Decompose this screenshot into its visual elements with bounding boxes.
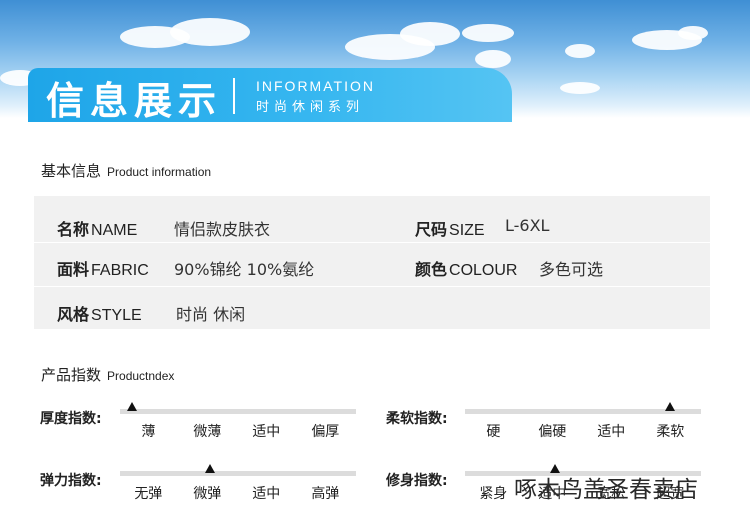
- index-option: 无弹: [134, 486, 163, 502]
- cloud-decoration: [400, 22, 460, 46]
- row-divider: [34, 242, 710, 243]
- index-marker: [204, 464, 215, 473]
- info-name-key: 名称 NAME: [57, 216, 137, 240]
- index-option: 适中: [252, 486, 281, 502]
- info-value: L-6XL: [505, 216, 550, 235]
- index-option: 薄: [141, 424, 156, 440]
- info-key-cn: 风格: [57, 305, 90, 324]
- product-index-heading: 产品指数 Productndex: [41, 364, 174, 385]
- info-key-en: NAME: [91, 222, 138, 239]
- index-option: 微薄: [193, 424, 222, 440]
- index-option: 适中: [597, 424, 626, 440]
- cloud-decoration: [560, 82, 600, 94]
- info-value: 时尚 休闲: [176, 305, 246, 324]
- title-english: INFORMATION: [256, 78, 375, 94]
- info-key-en: COLOUR: [449, 262, 518, 279]
- info-key-en: STYLE: [91, 307, 142, 324]
- info-value: 多色可选: [539, 260, 604, 279]
- page-title: 信息展示: [46, 79, 223, 123]
- basic-info-heading-en: Product information: [107, 165, 212, 179]
- index-label: 厚度指数:: [40, 411, 102, 427]
- index-option: 紧身: [479, 486, 508, 502]
- cloud-decoration: [678, 26, 708, 40]
- info-colour-value: 多色可选: [539, 256, 603, 280]
- index-option: 偏厚: [311, 424, 340, 440]
- title-divider: [233, 78, 235, 114]
- index-option: 偏硬: [538, 424, 567, 440]
- info-value: 90%锦纶 10%氨纶: [174, 260, 315, 279]
- info-style-value: 时尚 休闲: [176, 301, 245, 325]
- row-divider: [34, 286, 710, 287]
- product-index-heading-en: Productndex: [107, 369, 175, 383]
- index-track: [120, 471, 356, 476]
- index-label: 柔软指数:: [386, 411, 448, 427]
- index-track: [120, 409, 356, 414]
- info-key-cn: 颜色: [415, 260, 448, 279]
- info-key-en: FABRIC: [91, 262, 149, 279]
- index-option: 高弹: [311, 486, 340, 502]
- info-colour-key: 颜色 COLOUR: [415, 256, 517, 280]
- info-key-cn: 名称: [57, 220, 90, 239]
- info-key-cn: 尺码: [415, 220, 448, 239]
- info-fabric-value: 90%锦纶 10%氨纶: [174, 256, 314, 280]
- index-option: 柔软: [656, 424, 685, 440]
- info-value: 情侣款皮肤衣: [174, 220, 271, 239]
- info-size-value: L-6XL: [505, 216, 549, 235]
- index-label: 弹力指数:: [40, 473, 102, 489]
- title-subtitle: 时尚休闲系列: [256, 100, 365, 115]
- shop-watermark: 啄木鸟盖圣春卖店: [514, 477, 698, 503]
- index-option: 硬: [486, 424, 501, 440]
- info-size-key: 尺码 SIZE: [415, 216, 485, 240]
- index-option: 微弹: [193, 486, 222, 502]
- info-key-en: SIZE: [449, 222, 485, 239]
- product-index-heading-cn: 产品指数: [41, 366, 102, 384]
- cloud-decoration: [565, 44, 595, 58]
- cloud-decoration: [462, 24, 514, 42]
- index-marker: [665, 402, 676, 411]
- info-key-cn: 面料: [57, 260, 90, 279]
- basic-info-heading: 基本信息 Product information: [41, 160, 211, 181]
- info-style-key: 风格 STYLE: [57, 301, 142, 325]
- basic-info-heading-cn: 基本信息: [41, 162, 102, 180]
- cloud-decoration: [475, 50, 511, 68]
- cloud-decoration: [170, 18, 250, 46]
- index-option: 适中: [252, 424, 281, 440]
- info-name-value: 情侣款皮肤衣: [174, 216, 270, 240]
- index-marker: [126, 402, 137, 411]
- info-fabric-key: 面料 FABRIC: [57, 256, 149, 280]
- index-label: 修身指数:: [386, 473, 448, 489]
